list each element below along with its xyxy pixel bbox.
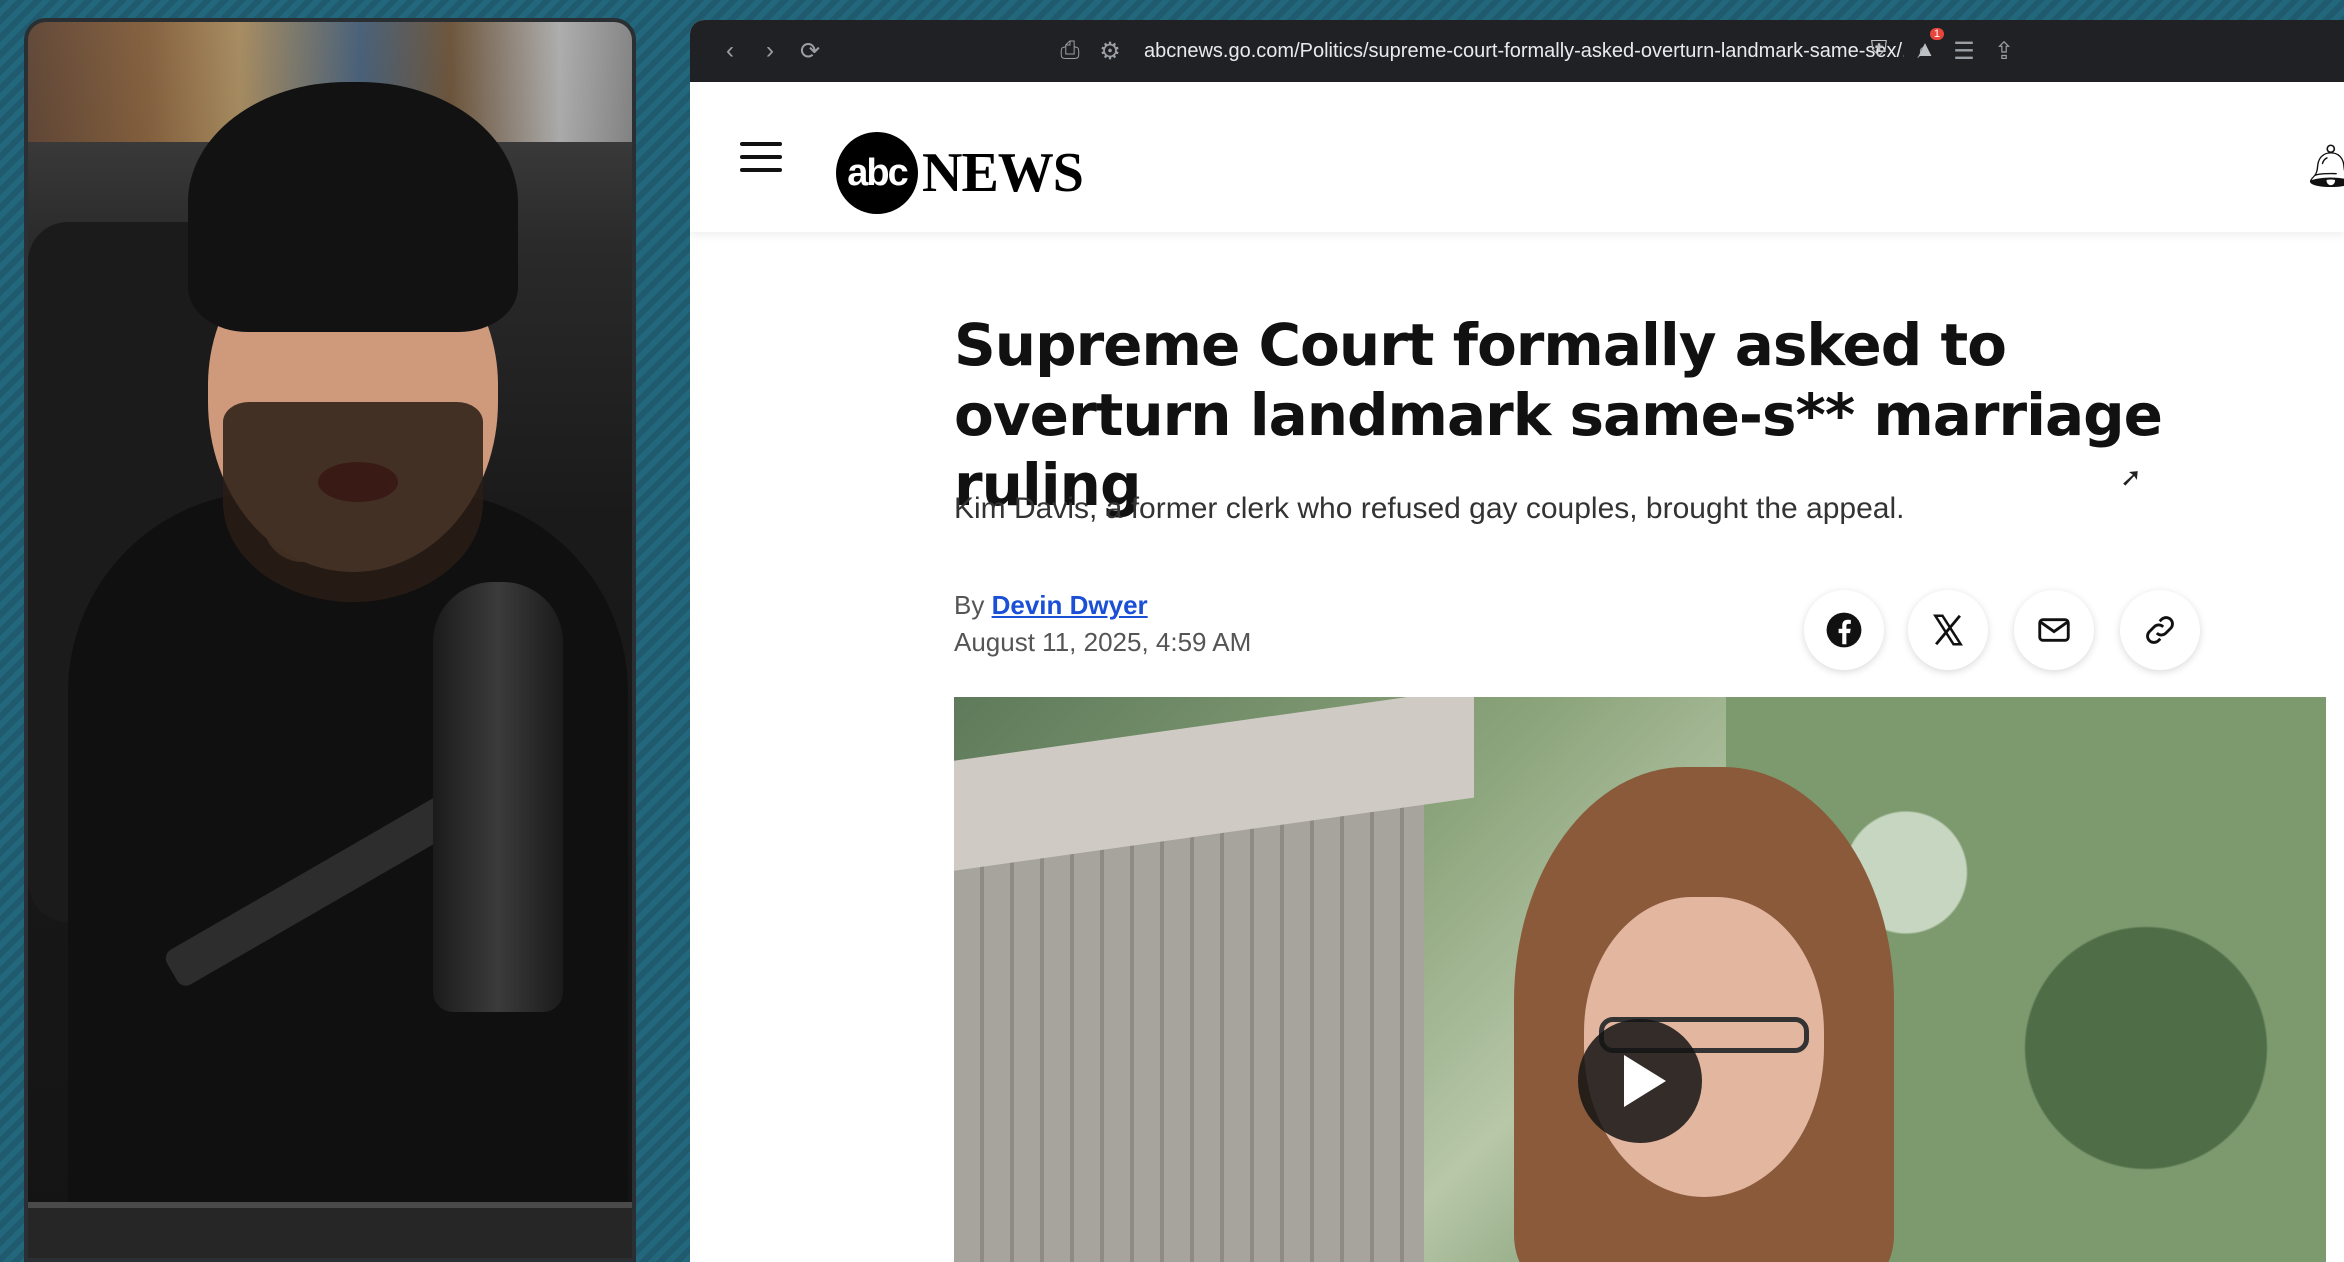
logo-text: NEWS	[922, 142, 1084, 204]
article-date: August 11, 2025, 4:59 AM	[954, 627, 1252, 657]
reader-icon[interactable]: ☰	[1944, 37, 1984, 66]
bookmark-icon[interactable]: ⎙	[1050, 37, 1090, 65]
rewards-icon[interactable]: ▲ 1	[1906, 26, 1944, 72]
menu-icon[interactable]	[740, 142, 782, 172]
share-page-icon[interactable]: ⇪	[1984, 37, 2024, 66]
by-prefix: By	[954, 590, 985, 620]
reload-icon[interactable]: ⟳	[790, 37, 830, 66]
hero-video[interactable]	[954, 697, 2326, 1262]
presenter-beanie	[188, 82, 518, 332]
back-icon[interactable]: ‹	[710, 37, 750, 65]
abc-news-logo[interactable]: abc NEWS	[836, 132, 1084, 214]
brave-shield-icon[interactable]: ⛨	[1860, 26, 1898, 72]
play-icon[interactable]	[1578, 1019, 1702, 1143]
url-text[interactable]: abcnews.go.com/Politics/supreme-court-fo…	[1144, 40, 1904, 63]
video-subject	[1474, 767, 1934, 1262]
address-bar[interactable]: ⎙ ⚙ abcnews.go.com/Politics/supreme-cour…	[1050, 28, 2344, 74]
facebook-share-button[interactable]	[1804, 590, 1884, 670]
email-share-button[interactable]	[2014, 590, 2094, 670]
browser-window: ‹ › ⟳ ⎙ ⚙ abcnews.go.com/Politics/suprem…	[690, 20, 2344, 1262]
article-subhead: Kim Davis, a former clerk who refused ga…	[954, 492, 1905, 525]
forward-icon[interactable]: ›	[750, 37, 790, 65]
x-icon	[1933, 614, 1963, 646]
microphone	[433, 582, 563, 1012]
logo-circle: abc	[836, 132, 918, 214]
extension-badge: 1	[1929, 28, 1944, 40]
x-share-button[interactable]	[1908, 590, 1988, 670]
author-link[interactable]: Devin Dwyer	[992, 590, 1148, 620]
email-icon	[2038, 618, 2070, 642]
presenter-beard	[223, 402, 483, 602]
facebook-icon	[1826, 612, 1862, 648]
article-headline: Supreme Court formally asked to overturn…	[954, 311, 2163, 519]
bell-icon[interactable]: 🔔︎	[2304, 142, 2344, 191]
presenter-mouth	[318, 462, 398, 502]
site-settings-icon[interactable]: ⚙	[1090, 37, 1130, 66]
webcam-feed	[24, 18, 636, 1262]
webcam-desk	[28, 1202, 632, 1258]
mouse-cursor-icon: ➚	[2120, 462, 2142, 492]
byline: By Devin Dwyer	[954, 590, 1148, 621]
site-header: abc NEWS 🔔︎	[690, 82, 2344, 232]
link-icon	[2146, 616, 2174, 644]
link-share-button[interactable]	[2120, 590, 2200, 670]
